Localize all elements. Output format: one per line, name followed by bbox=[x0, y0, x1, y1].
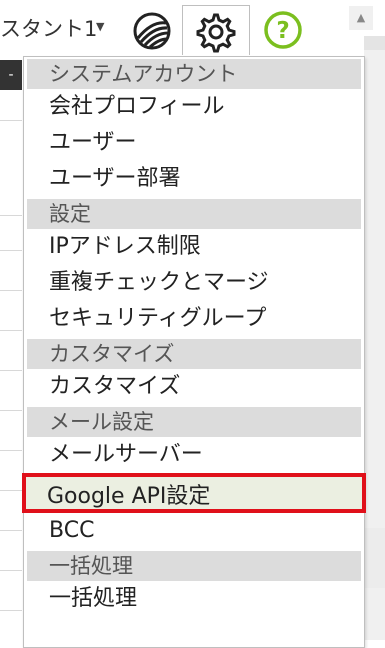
globe-icon[interactable] bbox=[132, 11, 172, 51]
menu-item-bcc[interactable]: BCC bbox=[27, 513, 361, 549]
section-header-system-account: システムアカウント bbox=[27, 59, 361, 89]
menu-item-duplicate-check-merge[interactable]: 重複チェックとマージ bbox=[27, 265, 361, 301]
menu-item-users[interactable]: ユーザー bbox=[27, 125, 361, 161]
menu-item-mail-server[interactable]: メールサーバー bbox=[27, 437, 361, 473]
menu-item-security-groups[interactable]: セキュリティグループ bbox=[27, 301, 361, 337]
scroll-up-button[interactable]: ▲ bbox=[349, 6, 373, 30]
menu-item-user-departments[interactable]: ユーザー部署 bbox=[27, 161, 361, 197]
svg-text:?: ? bbox=[276, 18, 289, 44]
menu-item-company-profile[interactable]: 会社プロフィール bbox=[27, 89, 361, 125]
top-bar: スタント1 ▼ ? ▲ bbox=[0, 0, 385, 57]
gear-icon bbox=[196, 13, 236, 53]
section-header-settings: 設定 bbox=[27, 199, 361, 229]
section-header-customize: カスタマイズ bbox=[27, 339, 361, 369]
help-icon[interactable]: ? bbox=[263, 10, 303, 50]
menu-item-customize[interactable]: カスタマイズ bbox=[27, 369, 361, 405]
menu-item-google-api-settings[interactable]: Google API設定 bbox=[22, 473, 366, 513]
caret-down-icon[interactable]: ▼ bbox=[96, 20, 104, 33]
user-name-label[interactable]: スタント1 bbox=[0, 13, 97, 43]
settings-dropdown-menu: システムアカウント 会社プロフィール ユーザー ユーザー部署 設定 IPアドレス… bbox=[22, 56, 366, 648]
menu-item-bulk-processing[interactable]: 一括処理 bbox=[27, 581, 361, 617]
scrollbar-track[interactable] bbox=[364, 36, 385, 640]
background-tab: - bbox=[0, 60, 22, 90]
section-header-mail-settings: メール設定 bbox=[27, 407, 361, 437]
section-header-bulk-processing: 一括処理 bbox=[27, 551, 361, 581]
menu-item-ip-restriction[interactable]: IPアドレス制限 bbox=[27, 229, 361, 265]
settings-button[interactable] bbox=[182, 5, 250, 55]
